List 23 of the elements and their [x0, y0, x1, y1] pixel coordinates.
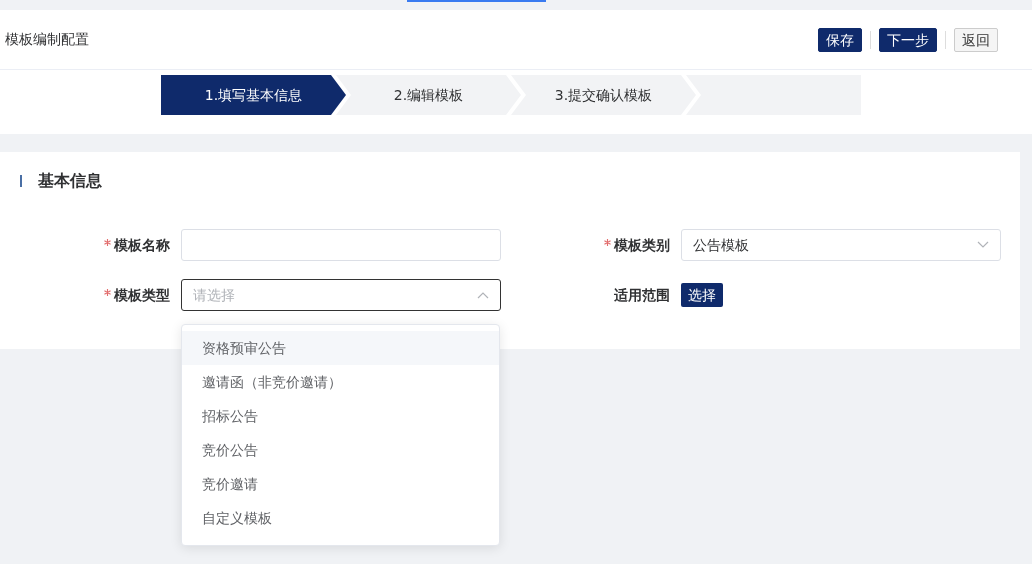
dropdown-option[interactable]: 招标公告 — [182, 399, 499, 433]
header-button[interactable]: 下一步 — [879, 27, 937, 52]
field-label: 模板名称 — [114, 235, 170, 255]
dropdown-option[interactable]: 竞价邀请 — [182, 467, 499, 501]
select-field[interactable]: 公告模板 — [681, 229, 1001, 261]
step-tab[interactable]: 3.提交确认模板 — [511, 75, 696, 115]
select-button[interactable]: 选择 — [681, 283, 723, 307]
dropdown-option[interactable]: 资格预审公告 — [182, 331, 499, 365]
field-label: 模板类型 — [114, 285, 170, 305]
dropdown-option[interactable]: 自定义模板 — [182, 501, 499, 535]
field-label: 模板类别 — [614, 235, 670, 255]
header-button[interactable]: 返回 — [954, 27, 998, 52]
header-button[interactable]: 保存 — [818, 27, 862, 52]
section-title: 基本信息 — [38, 170, 102, 192]
chevron-up-icon — [477, 291, 489, 299]
chevron-down-icon — [977, 241, 989, 249]
dropdown-option[interactable]: 竞价公告 — [182, 433, 499, 467]
step-tab[interactable]: 1.填写基本信息 — [161, 75, 346, 115]
page-title: 模板编制配置 — [5, 30, 89, 49]
field-label: 适用范围 — [614, 285, 670, 305]
dropdown-option[interactable]: 邀请函（非竞价邀请） — [182, 365, 499, 399]
text-input[interactable] — [181, 229, 501, 261]
step-tab[interactable]: 2.编辑模板 — [336, 75, 521, 115]
